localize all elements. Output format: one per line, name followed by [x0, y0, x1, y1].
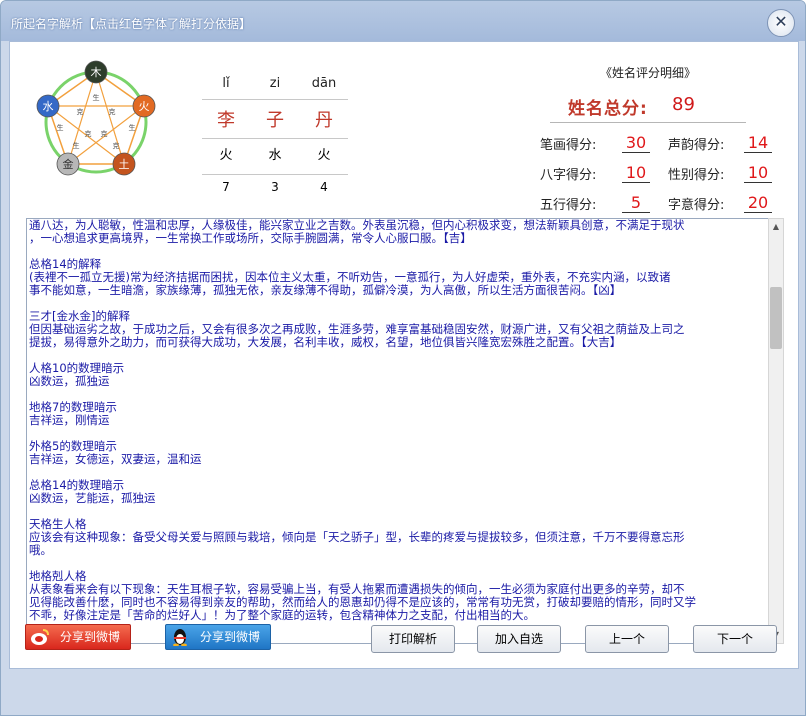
score-title: 《姓名评分明细》 — [599, 66, 696, 80]
score-value-bazi[interactable]: 10 — [622, 164, 650, 183]
element-3: 火 — [317, 148, 331, 163]
score-panel: 《姓名评分明细》 姓名总分: 89 笔画得分: 30 声韵得分: 14 八字得分… — [540, 58, 790, 218]
wuxing-relation-label: 克 — [113, 142, 120, 150]
score-label-bazi: 八字得分: — [540, 168, 597, 183]
score-label-strokes: 笔画得分: — [540, 138, 597, 153]
window-title: 所起名字解析【点击红色字体了解打分依据】 — [11, 17, 252, 31]
score-label-meaning: 字意得分: — [668, 198, 725, 213]
wuxing-relation-label: 生 — [57, 123, 64, 132]
wuxing-diagram: 生克 克克 克克生生生 木火土金水 — [36, 60, 156, 176]
score-label-gender: 性别得分: — [668, 168, 725, 183]
next-button[interactable]: 下一个 — [693, 625, 777, 653]
analysis-line: 不乖，好像注定是「苦命的烂好人」！为了整个家庭的运转，包含精神体力之支配，付出相… — [29, 608, 535, 622]
qq-penguin-icon — [173, 629, 187, 646]
weibo-icon — [31, 629, 49, 645]
wuxing-node-label: 金 — [63, 157, 74, 171]
total-score-value: 89 — [672, 94, 695, 115]
wuxing-node-label: 火 — [139, 100, 150, 113]
wuxing-node-label: 土 — [119, 158, 130, 171]
print-analysis-button[interactable]: 打印解析 — [371, 625, 455, 653]
close-button[interactable]: ✕ — [767, 9, 795, 37]
stroke-count-3: 4 — [320, 180, 328, 194]
pinyin-1: lǐ — [222, 76, 230, 91]
score-label-phonetic: 声韵得分: — [668, 138, 725, 153]
stroke-count-2: 3 — [271, 180, 279, 194]
title-bar: 所起名字解析【点击红色字体了解打分依据】 ✕ — [1, 1, 805, 41]
scroll-up-icon[interactable]: ▲ — [769, 219, 783, 235]
pinyin-2: zi — [269, 76, 281, 91]
name-char-2: 子 — [266, 110, 284, 131]
close-icon: ✕ — [774, 12, 788, 31]
wuxing-node-label: 木 — [91, 66, 102, 79]
hanzi-row: 李 子 丹 — [202, 98, 348, 136]
main-panel: 生克克克克克生生生 木火土金水 lǐ zi dān 李 子 丹 火 水 火 7 … — [9, 41, 799, 669]
share-weibo-label: 分享到微博 — [59, 630, 120, 644]
analysis-line: 人格10的数理暗示 — [29, 361, 125, 375]
divider — [550, 122, 746, 123]
analysis-line: 吉祥运，刚情运 — [29, 413, 110, 427]
analysis-line: 应该会有这种现象：备受父母关爱与照顾与栽培，倾向是「天之骄子」型，长辈的疼爱与提… — [29, 530, 685, 544]
app-window: 所起名字解析【点击红色字体了解打分依据】 ✕ 生克克克克克生生生 木火土金水 l… — [0, 0, 806, 716]
analysis-line: 凶数运，孤独运 — [29, 374, 110, 388]
scroll-thumb[interactable] — [770, 287, 782, 349]
analysis-textarea[interactable]: 通八达，为人聪敏，性温和忠厚，人缘极佳，能兴家立业之吉数。外表虽沉稳，但内心积极… — [26, 218, 770, 644]
score-value-phonetic[interactable]: 14 — [744, 134, 772, 153]
wuxing-relation-label: 生 — [93, 93, 100, 102]
element-2: 水 — [268, 148, 282, 163]
wuxing-relation-label: 克 — [77, 108, 84, 116]
vertical-scrollbar[interactable]: ▲ ▼ — [768, 218, 784, 644]
analysis-text: 通八达，为人聪敏，性温和忠厚，人缘极佳，能兴家立业之吉数。外表虽沉稳，但内心积极… — [29, 219, 767, 622]
wuxing-relation-label: 克 — [101, 130, 108, 138]
analysis-line: 哦。 — [29, 543, 52, 557]
share-qq-weibo-button[interactable]: 分享到微博 — [165, 624, 271, 650]
add-favorite-button[interactable]: 加入自选 — [477, 625, 561, 653]
stroke-count-1: 7 — [222, 180, 230, 194]
score-label-wuxing: 五行得分: — [540, 198, 597, 213]
name-char-3: 丹 — [315, 110, 333, 131]
element-1: 火 — [219, 148, 233, 163]
name-block: lǐ zi dān 李 子 丹 火 水 火 7 3 4 — [202, 68, 348, 202]
wuxing-relation-label: 克 — [85, 130, 92, 138]
element-row: 火 水 火 — [202, 136, 348, 172]
pinyin-3: dān — [311, 76, 337, 91]
analysis-line: 地格7的数理暗示 — [29, 400, 117, 414]
pinyin-row: lǐ zi dān — [202, 68, 348, 98]
analysis-line: 凶数运，艺能运，孤独运 — [29, 491, 156, 505]
score-value-wuxing[interactable]: 5 — [622, 194, 650, 213]
wuxing-nodes: 木火土 金 水 — [36, 60, 156, 176]
share-qq-weibo-label: 分享到微博 — [199, 630, 260, 644]
analysis-line: ，一心想追求更高境界，一生常换工作或场所，交际手腕圆满，常令人心服口服。【吉】 — [29, 231, 472, 245]
wuxing-node-label: 水 — [43, 100, 54, 113]
analysis-line: 吉祥运，女德运，双妻运，温和运 — [29, 452, 202, 466]
stroke-row: 7 3 4 — [202, 172, 348, 202]
name-char-1: 李 — [217, 110, 235, 131]
share-weibo-button[interactable]: 分享到微博 — [25, 624, 131, 650]
score-value-gender[interactable]: 10 — [744, 164, 772, 183]
analysis-line: 提拔，易得意外之助力，而可获得大成功，大发展，名利丰收，威权，名望，地位俱皆兴隆… — [29, 335, 622, 349]
wuxing-relation-label: 生 — [73, 141, 80, 150]
wuxing-relation-label: 克 — [109, 108, 116, 116]
wuxing-relation-label: 生 — [129, 123, 136, 132]
analysis-line: 事不能如意，一生暗澹，家族缘薄，孤独无依，亲友缘薄不得助，孤僻冷漠，为人高傲，所… — [29, 283, 622, 297]
score-value-strokes[interactable]: 30 — [622, 134, 650, 153]
previous-button[interactable]: 上一个 — [585, 625, 669, 653]
score-value-meaning[interactable]: 20 — [744, 194, 772, 213]
total-score-label: 姓名总分: — [568, 99, 648, 119]
